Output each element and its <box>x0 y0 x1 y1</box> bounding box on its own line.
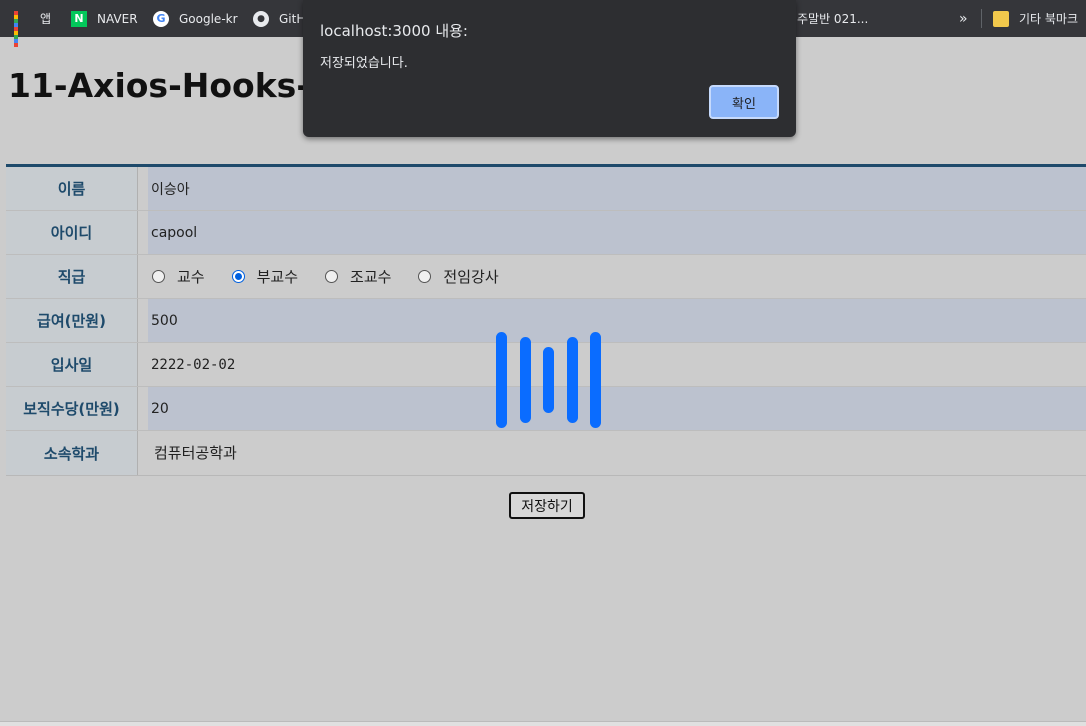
name-input[interactable]: 이승아 <box>148 167 1086 210</box>
form-row-position: 직급 교수 부교수 조교수 전임강사 <box>6 255 1086 299</box>
form-row-dept: 소속학과 컴퓨터공학과 <box>6 431 1086 475</box>
dept-label: 소속학과 <box>6 431 138 475</box>
hiredate-label: 입사일 <box>6 343 138 386</box>
radio-button[interactable] <box>152 270 165 283</box>
radio-label: 전임강사 <box>443 268 499 286</box>
alert-title: localhost:3000 내용: <box>320 22 468 40</box>
professor-form: 이름 이승아 아이디 capool 직급 교수 부교수 조교수 전임강사 급여(… <box>6 164 1086 476</box>
radio-label: 교수 <box>177 268 205 286</box>
alert-message: 저장되었습니다. <box>320 56 408 71</box>
folder-icon <box>993 10 1009 27</box>
chevron-double-right-icon: » <box>959 10 968 27</box>
naver-icon: N <box>71 10 87 27</box>
hiredate-value: 2222-02-02 <box>151 356 236 373</box>
bonus-label: 보직수당(만원) <box>6 387 138 430</box>
alert-ok-button[interactable]: 확인 <box>709 85 779 119</box>
bookmark-label: 주말반 021... <box>797 12 869 26</box>
bookmark-divider <box>981 9 982 28</box>
bookmark-label: GitH <box>279 11 306 26</box>
bookmark-apps[interactable]: 앱 <box>14 0 52 47</box>
bookmark-weekend[interactable]: 주말반 021... <box>797 0 868 37</box>
position-option-lecturer[interactable]: 전임강사 <box>418 266 499 287</box>
bonus-input[interactable]: 20 <box>148 387 1086 430</box>
radio-button[interactable] <box>418 270 432 283</box>
spinner-bar <box>543 347 554 413</box>
id-input[interactable]: capool <box>148 211 1086 254</box>
form-row-id: 아이디 capool <box>6 211 1086 255</box>
form-row-name: 이름 이승아 <box>6 167 1086 211</box>
bookmark-label: Google-kr <box>179 11 238 26</box>
bookmark-label: NAVER <box>97 11 138 26</box>
bookmark-github[interactable]: ● GitH <box>253 0 305 37</box>
salary-label: 급여(만원) <box>6 299 138 342</box>
bookmark-label: 앱 <box>40 12 52 26</box>
alert-dialog: localhost:3000 내용: 저장되었습니다. 확인 <box>303 0 796 137</box>
radio-label: 부교수 <box>256 268 299 286</box>
name-label: 이름 <box>6 167 138 210</box>
bookmark-google[interactable]: G Google-kr <box>153 0 238 37</box>
hiredate-input[interactable]: 2222-02-02 <box>148 343 1086 386</box>
position-option-associate[interactable]: 부교수 <box>231 266 299 287</box>
github-icon: ● <box>253 10 269 27</box>
radio-button[interactable] <box>325 270 339 283</box>
position-option-assistant[interactable]: 조교수 <box>325 266 391 287</box>
dept-selected-value: 컴퓨터공학과 <box>154 444 237 462</box>
save-button[interactable]: 저장하기 <box>509 492 585 519</box>
bookmark-naver[interactable]: N NAVER <box>71 0 138 37</box>
google-icon: G <box>153 10 169 27</box>
bookmark-other-folder[interactable]: 기타 북마크 <box>993 0 1078 37</box>
radio-button-checked[interactable] <box>231 270 245 283</box>
apps-grid-icon <box>14 10 30 47</box>
spinner-bar <box>590 332 601 428</box>
position-option-professor[interactable]: 교수 <box>152 266 205 287</box>
spinner-bar <box>520 337 531 423</box>
position-radio-group: 교수 부교수 조교수 전임강사 <box>152 255 526 298</box>
id-label: 아이디 <box>6 211 138 254</box>
salary-input[interactable]: 500 <box>148 299 1086 342</box>
horizontal-scrollbar[interactable] <box>0 721 1086 726</box>
position-label: 직급 <box>6 255 138 298</box>
bookmark-label: 기타 북마크 <box>1019 12 1079 26</box>
radio-label: 조교수 <box>350 268 392 286</box>
dept-select[interactable]: 컴퓨터공학과 <box>154 431 1086 474</box>
page-title: 11-Axios-Hooks-C <box>8 66 335 105</box>
spinner-bar <box>496 332 507 428</box>
loading-spinner <box>496 332 606 428</box>
bookmarks-overflow-button[interactable]: » <box>959 0 968 37</box>
spinner-bar <box>567 337 578 423</box>
